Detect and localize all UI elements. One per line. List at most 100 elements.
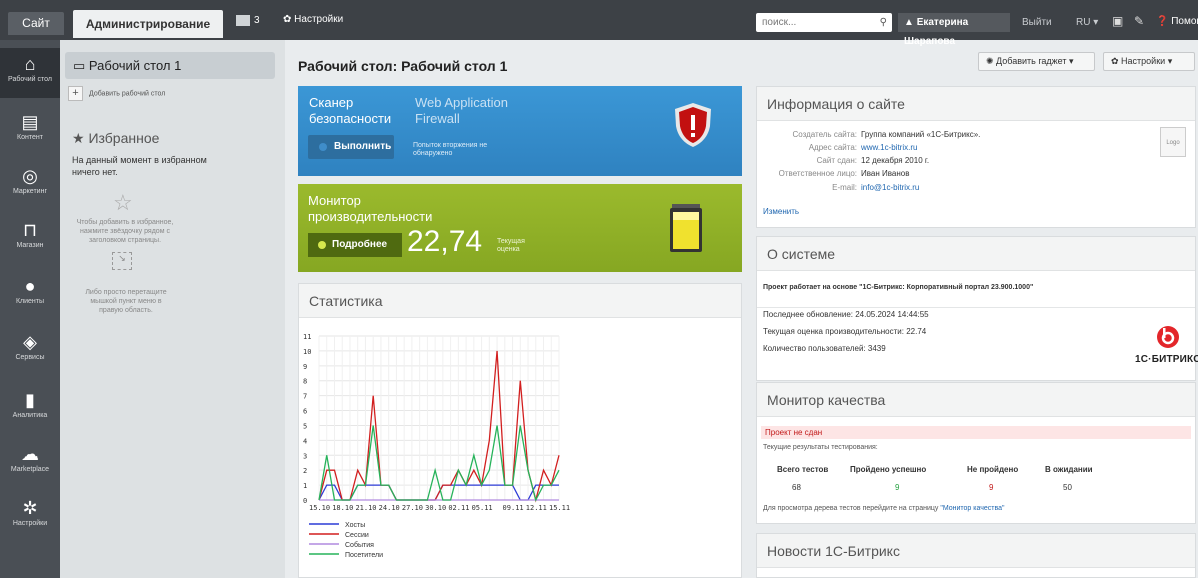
nav-label: Сервисы — [15, 354, 45, 361]
top-settings-link[interactable]: ✿ Настройки — [283, 14, 343, 25]
user-menu[interactable]: ▲ Екатерина Шарапова — [898, 13, 1010, 47]
security-scanner-gadget: Сканер безопасности Web Application Fire… — [298, 86, 742, 176]
quality-pending: 50 — [1063, 483, 1072, 492]
x-tick-label: 05.11 — [472, 504, 493, 512]
tab-admin[interactable]: Администрирование — [73, 10, 223, 38]
quality-header: Всего тестов — [777, 465, 829, 474]
nav-analytics[interactable]: ▮ Аналитика — [0, 390, 60, 419]
x-tick-label: 12.11 — [526, 504, 547, 512]
bitrix-logo: 1С·БИТРИКС — [1135, 325, 1198, 365]
language-label: RU — [1076, 17, 1091, 28]
star-icon: ☆ — [113, 190, 133, 215]
x-tick-label: 15.11 — [549, 504, 570, 512]
pin-icon[interactable]: ✎ — [1134, 14, 1144, 28]
perf-details-button[interactable]: Подробнее — [308, 233, 402, 257]
nav-content[interactable]: ▤ Контент — [0, 112, 60, 141]
notifications-button[interactable]: 3 — [236, 14, 260, 28]
notifications-icon — [236, 14, 250, 26]
site-info-row: Сайт сдан: 12 декабря 2010 г. — [763, 156, 929, 165]
favorites-empty: На данный момент в избранном ничего нет. — [72, 155, 207, 177]
site-info-value: Иван Иванов — [861, 169, 910, 178]
cloud-icon: ☁ — [21, 444, 39, 464]
document-icon: ▤ — [21, 112, 39, 132]
perf-score-label: Текущая оценка — [497, 238, 525, 253]
site-logo: Logo — [1160, 127, 1186, 157]
y-tick-label: 7 — [303, 393, 307, 401]
quality-monitor-link[interactable]: "Монитор качества" — [940, 505, 1004, 512]
scanner-title: Сканер безопасности — [309, 95, 392, 126]
y-tick-label: 1 — [303, 482, 307, 490]
statistics-chart: 0 1 2 3 4 5 6 7 8 9 10 11 15.10 18.10 21.10 24.10 27.10 3… — [303, 333, 570, 559]
series-line-3 — [318, 425, 560, 502]
x-tick-label: 02.11 — [448, 504, 469, 512]
x-tick-label: 15.10 — [309, 504, 330, 512]
run-scan-label: Выполнить — [334, 141, 392, 152]
quality-header: Пройдено успешно — [850, 465, 927, 474]
search-input[interactable]: поиск... ⚲ — [756, 13, 892, 32]
nav-settings[interactable]: ✲ Настройки — [0, 498, 60, 527]
notifications-count: 3 — [254, 15, 260, 26]
site-url-link[interactable]: www.1c-bitrix.ru — [861, 143, 917, 152]
legend-label: События — [345, 541, 374, 549]
y-tick-label: 4 — [303, 437, 307, 445]
logout-link[interactable]: Выйти — [1022, 17, 1052, 28]
top-bar: Сайт Администрирование 3 ✿ Настройки пои… — [0, 0, 1198, 47]
window-icon[interactable]: ▣ — [1112, 14, 1123, 28]
legend-label: Хосты — [345, 522, 365, 529]
site-info-row: Создатель сайта: Группа компаний «1С-Битр… — [763, 130, 980, 139]
divider — [757, 307, 1195, 308]
x-tick-label: 09.11 — [503, 504, 524, 512]
y-tick-label: 6 — [303, 408, 307, 416]
cart-icon: ⊓ — [22, 220, 38, 240]
nav-label: Marketplace — [10, 466, 50, 473]
nav-services[interactable]: ◈ Сервисы — [0, 332, 60, 361]
desktop-label: Рабочий стол 1 — [88, 58, 182, 73]
gear-icon: ✲ — [22, 498, 38, 518]
x-tick-label: 18.10 — [332, 504, 353, 512]
nav-clients[interactable]: ● Клиенты — [0, 276, 60, 305]
run-scan-button[interactable]: Выполнить — [308, 135, 394, 159]
y-tick-label: 8 — [303, 378, 307, 386]
add-gadget-button[interactable]: ✺ Добавить гаджет ▾ — [978, 52, 1095, 71]
drag-icon: ↘ — [112, 252, 132, 270]
y-tick-label: 11 — [303, 333, 311, 341]
site-info-title: Информация о сайте — [757, 87, 1195, 121]
x-tick-label: 21.10 — [355, 504, 376, 512]
search-icon[interactable]: ⚲ — [880, 13, 887, 32]
help-link[interactable]: ❓ Помощь — [1156, 16, 1198, 27]
help-icon: ❓ — [1156, 16, 1169, 27]
nav-desktop[interactable]: ⌂ Рабочий стол — [0, 48, 60, 98]
x-tick-label: 30.10 — [425, 504, 446, 512]
nav-label: Аналитика — [12, 412, 48, 419]
nav-shop[interactable]: ⊓ Магазин — [0, 220, 60, 249]
nav-marketing[interactable]: ◎ Маркетинг — [0, 166, 60, 195]
status-dot — [318, 241, 326, 249]
site-info-key: Создатель сайта: — [792, 130, 857, 139]
help-label: Помощь — [1171, 16, 1198, 27]
favorites-hint-star: Чтобы добавить в избранное, нажмите звёз… — [76, 219, 174, 244]
tab-site[interactable]: Сайт — [8, 12, 64, 35]
layers-icon: ◈ — [23, 332, 37, 352]
email-link[interactable]: info@1c-bitrix.ru — [861, 183, 919, 192]
settings-button[interactable]: ✿ Настройки ▾ — [1103, 52, 1195, 71]
y-tick-label: 9 — [303, 363, 307, 371]
top-settings-label: Настройки — [294, 14, 344, 25]
quality-header: Не пройдено — [967, 465, 1019, 474]
edit-link[interactable]: Изменить — [763, 207, 799, 216]
add-gadget-label: Добавить гаджет — [996, 56, 1067, 66]
language-select[interactable]: RU ▾ — [1076, 17, 1098, 28]
system-score: Текущая оценка производительности: 22.74 — [763, 327, 927, 336]
gear-icon: ✿ — [283, 14, 295, 25]
quality-footer: Для просмотра дерева тестов перейдите на… — [763, 505, 1005, 512]
news-title: Новости 1С-Битрикс — [757, 534, 1195, 568]
y-tick-label: 10 — [303, 348, 311, 356]
legend-label: Посетители — [345, 552, 383, 559]
favorites-title-text: Избранное — [88, 130, 160, 146]
add-desktop-button[interactable]: + Добавить рабочий стол — [68, 86, 165, 101]
x-tick-label: 27.10 — [402, 504, 423, 512]
page-title: Рабочий стол: Рабочий стол 1 — [298, 58, 508, 74]
perf-details-label: Подробнее — [332, 239, 388, 250]
system-gadget: О системе Проект работает на основе "1С-… — [756, 236, 1198, 381]
desktop-item[interactable]: ▭ Рабочий стол 1 — [65, 52, 275, 79]
nav-marketplace[interactable]: ☁ Marketplace — [0, 444, 60, 473]
